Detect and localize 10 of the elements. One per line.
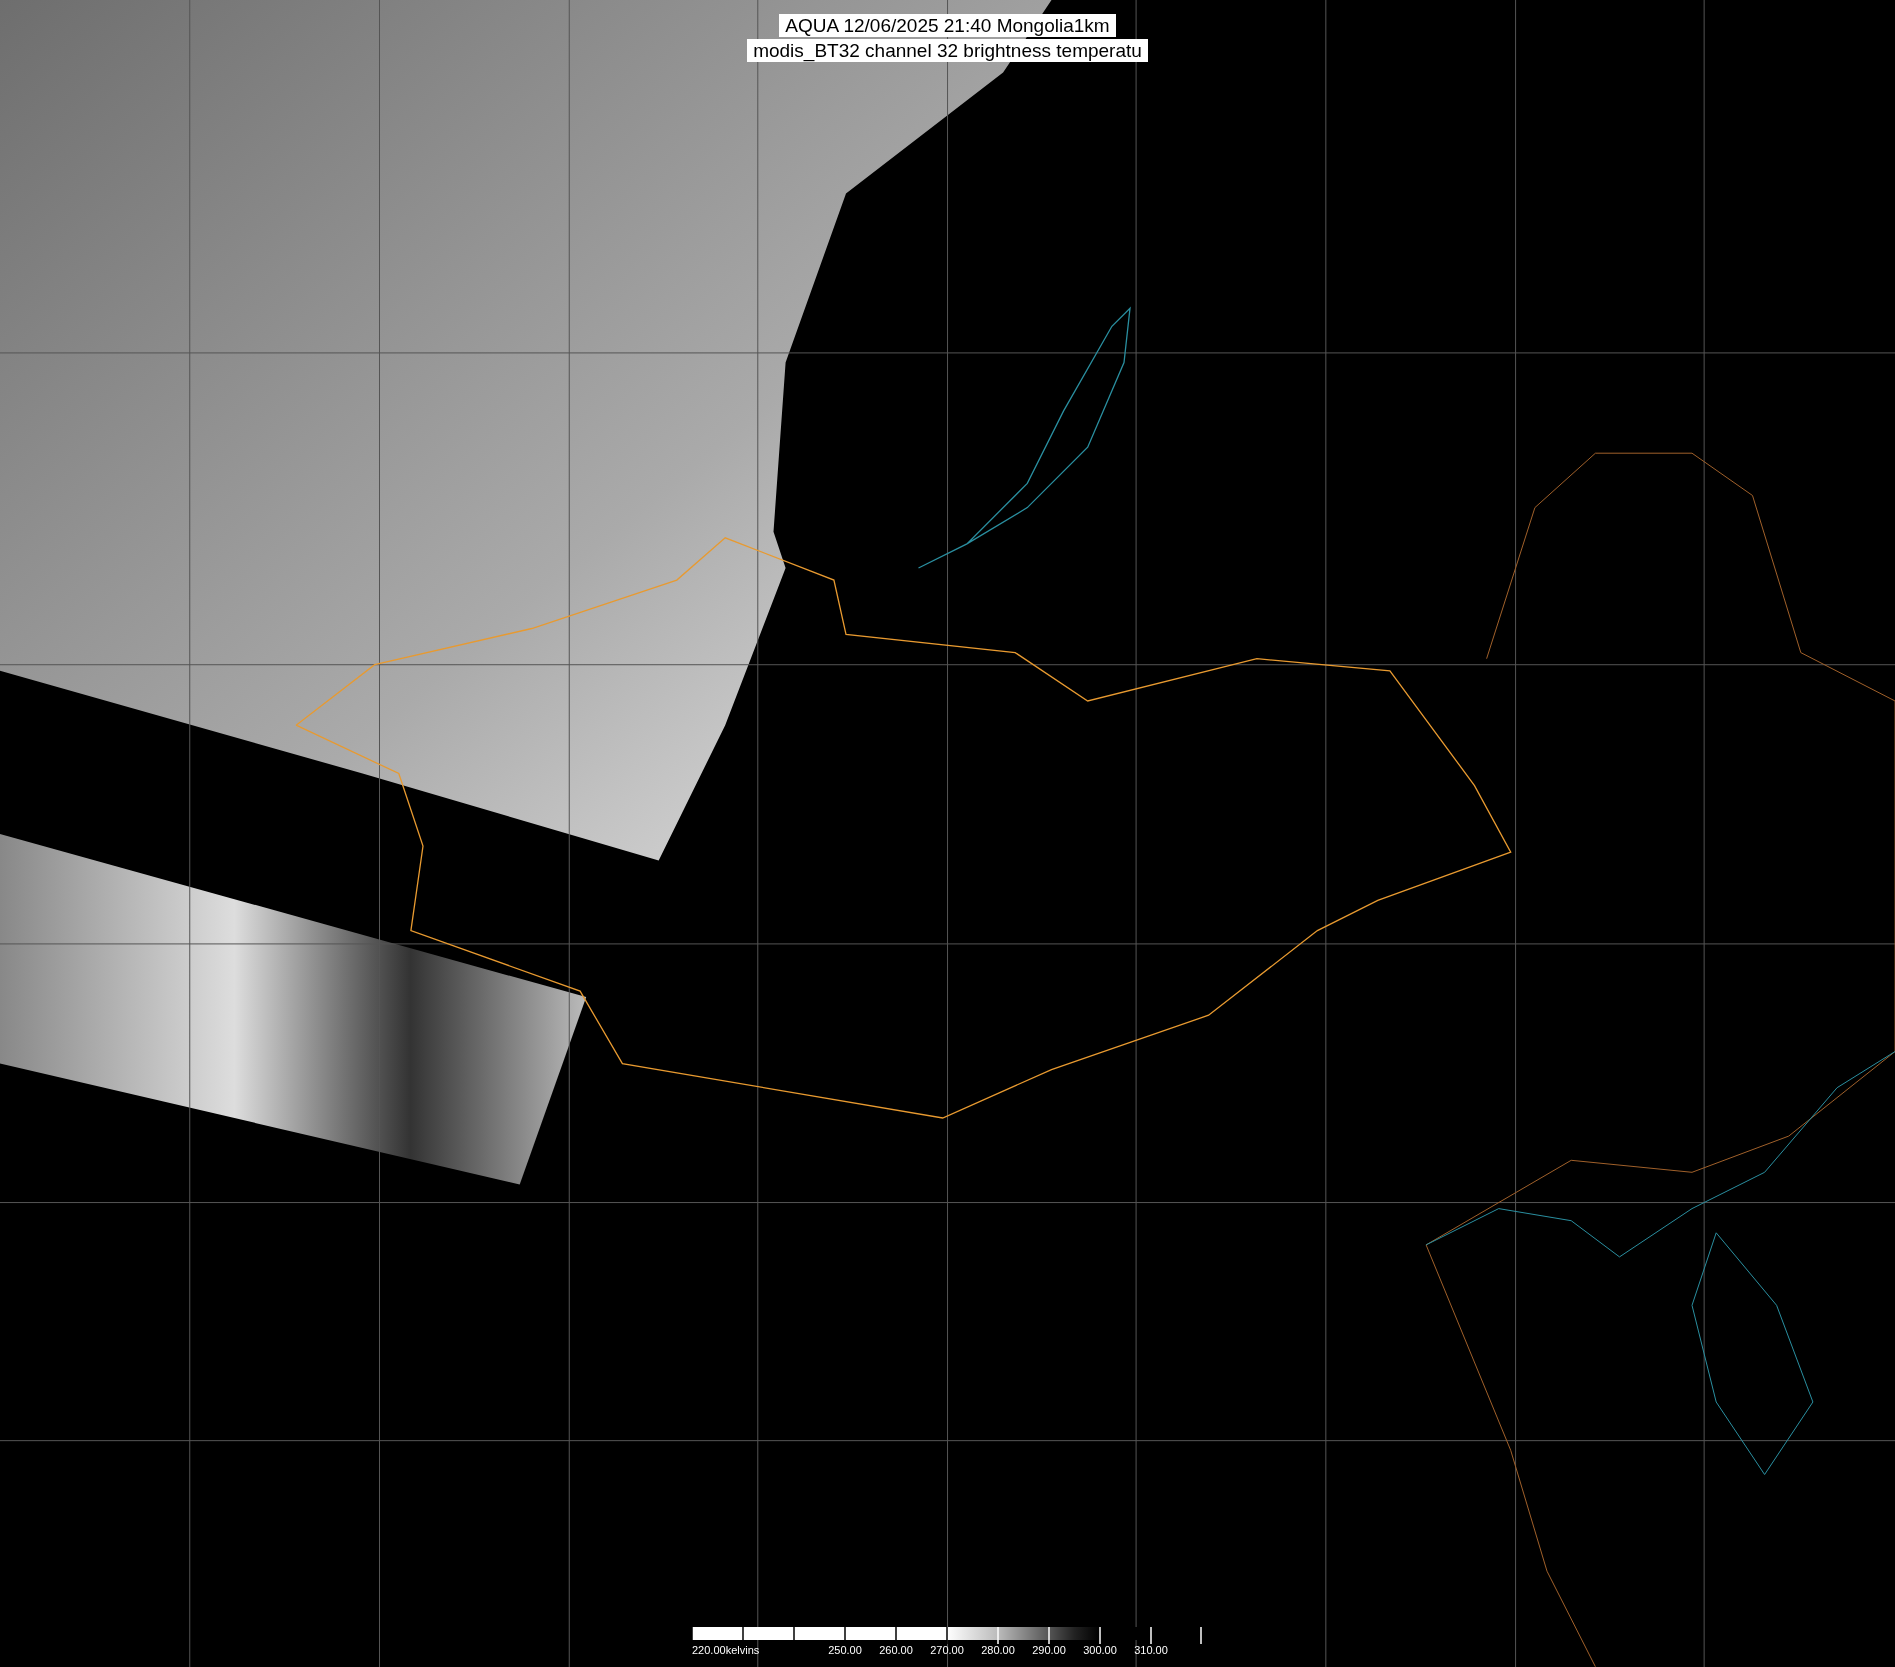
scale-label: 270.00 [930,1644,964,1656]
scale-label: 220.00kelvins [692,1644,760,1656]
scale-label: 290.00 [1032,1644,1066,1656]
scale-label: 310.00 [1134,1644,1168,1656]
scale-label: 300.00 [1083,1644,1117,1656]
scale-label: 250.00 [828,1644,862,1656]
map-title: modis_BT32 channel 32 brightness temperatu [747,39,1148,62]
scale-label: 280.00 [981,1644,1015,1656]
map-title: AQUA 12/06/2025 21:40 Mongolia1km [779,14,1116,37]
scale-label: 260.00 [879,1644,913,1656]
